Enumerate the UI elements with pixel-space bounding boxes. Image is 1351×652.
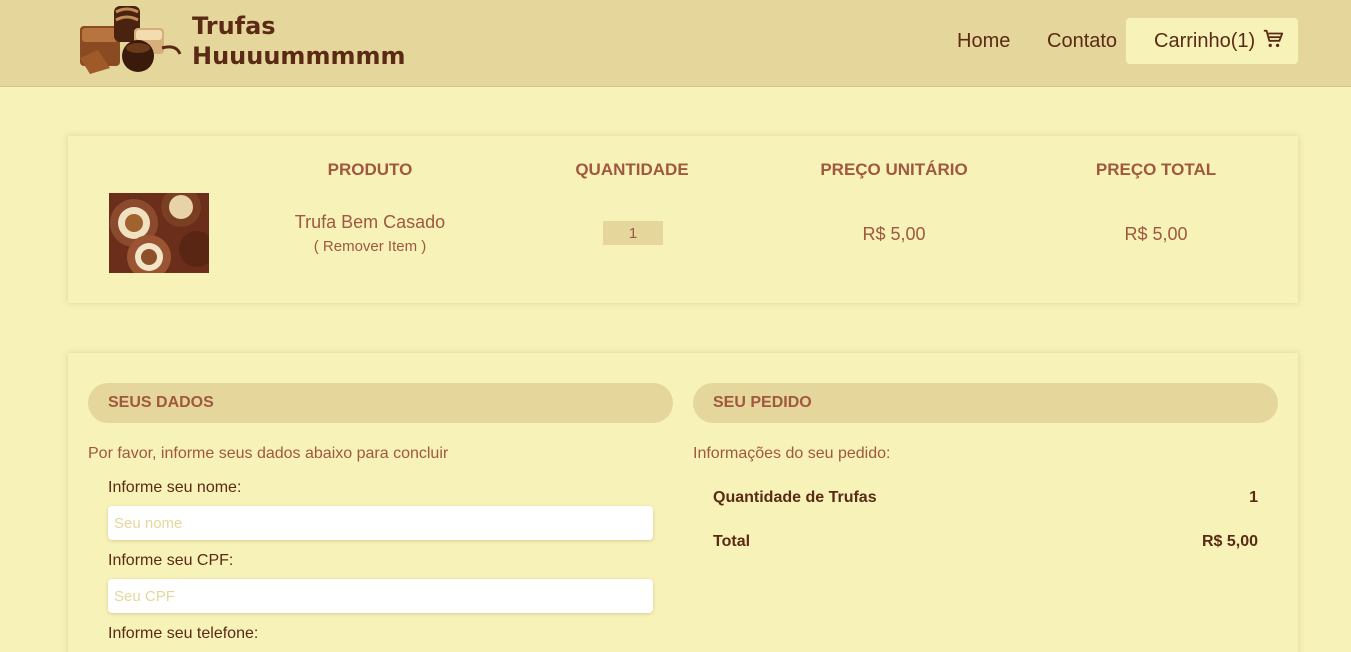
cart-label: Carrinho(1) [1154,30,1256,52]
header-preco-total: PREÇO TOTAL [1095,160,1217,179]
checkout-panel: SEUS DADOS SEU PEDIDO Por favor, informe… [68,353,1298,652]
nav-contato-link[interactable]: Contato [1047,30,1117,53]
cart-button[interactable]: Carrinho(1) [1126,18,1298,64]
telefone-label: Informe seu telefone: [108,625,259,642]
seu-pedido-intro: Informações do seu pedido: [693,445,891,462]
cart-table: PRODUTO QUANTIDADE PREÇO UNITÁRIO PREÇO … [68,136,1298,303]
total-price: R$ 5,00 [1124,224,1188,244]
quantity-input[interactable] [603,221,663,245]
seus-dados-heading: SEUS DADOS [88,383,673,423]
product-name: Trufa Bem Casado [294,212,446,232]
chocolate-truffles-logo[interactable] [76,4,184,76]
brand-name[interactable]: Trufas Huuuummmmm [192,11,405,71]
header-quantidade: QUANTIDADE [575,160,689,179]
cpf-input[interactable] [108,579,653,613]
seus-dados-intro: Por favor, informe seus dados abaixo par… [88,445,449,462]
total-value: R$ 5,00 [1201,533,1258,550]
total-row: Total R$ 5,00 [713,533,1258,551]
shopping-cart-icon [1263,29,1284,48]
nome-input[interactable] [108,506,653,540]
unit-price: R$ 5,00 [862,224,926,244]
seu-pedido-heading: SEU PEDIDO [693,383,1278,423]
total-label: Total [713,533,751,550]
quantidade-label: Quantidade de Trufas [713,489,877,506]
nav-home-link[interactable]: Home [957,30,1010,53]
nome-label: Informe seu nome: [108,479,242,496]
product-image [109,193,209,273]
header-preco-unitario: PREÇO UNITÁRIO [820,160,968,179]
quantidade-value: 1 [1249,489,1258,506]
cpf-label: Informe seu CPF: [108,552,234,569]
header-produto: PRODUTO [327,160,413,179]
site-header: Trufas Huuuummmmm Home Contato Carrinho(… [0,0,1351,87]
quantidade-row: Quantidade de Trufas 1 [713,489,1258,507]
brand-line-2: Huuuummmmm [192,42,406,70]
remove-item-link[interactable]: ( Remover Item ) [250,238,490,255]
brand-line-1: Trufas [192,12,276,40]
